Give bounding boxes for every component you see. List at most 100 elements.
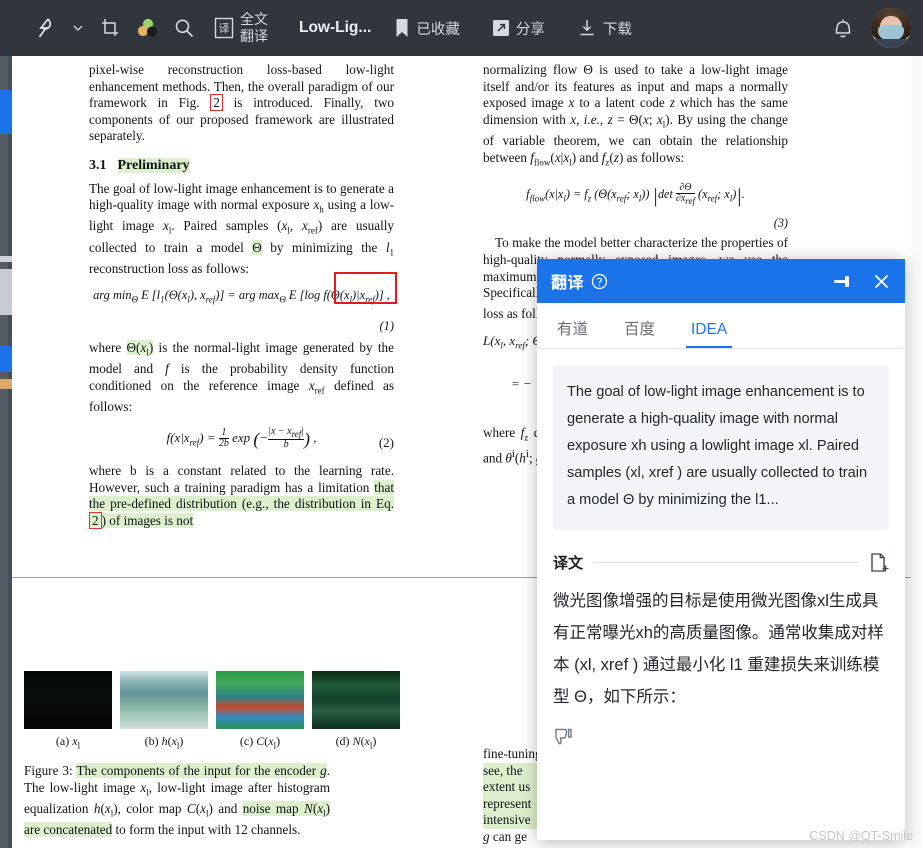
equation-2: f(x|xref) = 1 2b exp (−|x − xref| b) , (2) <box>89 425 394 451</box>
figure-subcaption: (d) N(xl) <box>335 734 377 751</box>
download-button[interactable]: 下载 <box>570 0 639 56</box>
equation-2-number: (2) <box>378 434 394 450</box>
thumbs-down-icon[interactable] <box>553 727 889 753</box>
bookmark-button[interactable]: 已收藏 <box>387 0 467 56</box>
help-circle-icon[interactable] <box>591 273 608 290</box>
theta-xl-highlight: Θ(xl) <box>126 340 154 358</box>
page-thumbnail-rail[interactable] <box>0 56 12 848</box>
translate-panel[interactable]: 翻译 有道 百度 IDEA The goal of low-light imag… <box>537 259 905 840</box>
paragraph-intro: pixel-wise reconstruction loss-based low… <box>89 62 394 145</box>
user-avatar[interactable] <box>871 8 911 48</box>
download-label: 下载 <box>602 21 632 38</box>
search-button[interactable] <box>166 0 202 56</box>
goal-text-f: reconstruction loss as follows: <box>89 260 250 276</box>
equation-2-body: f(x|xref) = 1 2b exp (−|x − xref| b) , <box>166 425 317 451</box>
share-icon <box>492 19 510 37</box>
toolbar-left-spacer <box>0 28 26 29</box>
translate-panel-header-actions <box>833 272 891 291</box>
paragraph-limitation: where b is a constant related to the lea… <box>89 463 394 529</box>
goal-text-c: . Paired samples <box>171 218 278 234</box>
paragraph-normalizing-flow: normalizing flow Θ is used to take a low… <box>483 62 789 168</box>
figure-subcaption: (b) h(xl) <box>144 734 184 751</box>
logo-dropdown-button[interactable] <box>64 0 92 56</box>
notification-bell-icon <box>832 16 854 40</box>
where-text-a: where <box>89 340 127 356</box>
figure-subcaption: (a) xl <box>55 734 81 751</box>
vertical-scrollbar[interactable] <box>911 56 923 848</box>
equation-3-body: fflow(x|xl) = fz (Θ(xref; xl)) |det ∂Θ ∂x… <box>526 181 745 207</box>
notification-button[interactable] <box>825 0 861 56</box>
limitation-text-b: ) of images is not <box>101 512 194 528</box>
crop-icon <box>99 17 121 39</box>
figure-3-block: (a) xl (b) h(xl) (c) C(xl) (d) N(xl) Fig… <box>24 671 408 839</box>
tab-baidu[interactable]: 百度 <box>622 317 657 348</box>
section-number: 3.1 <box>89 157 107 173</box>
toolbar-right-group <box>825 0 923 56</box>
search-icon <box>173 17 195 39</box>
app-logo-icon <box>33 16 57 40</box>
app-logo-button[interactable] <box>26 0 64 56</box>
section-heading-preliminary: 3.1 Preliminary <box>89 157 394 175</box>
rail-marker[interactable] <box>0 346 12 372</box>
translated-text: 微光图像增强的目标是使用微光图像xl生成具有正常曝光xh的高质量图像。通常收集成… <box>553 592 884 706</box>
translate-panel-title: 翻译 <box>551 275 585 292</box>
translate-engine-tabs: 有道 百度 IDEA <box>539 303 903 349</box>
watermark: CSDN @QT-Smile <box>809 829 913 843</box>
bookmark-label: 已收藏 <box>416 21 460 38</box>
pin-icon[interactable] <box>833 272 852 291</box>
equation-1-number: (1) <box>379 318 394 333</box>
share-label: 分享 <box>515 21 545 38</box>
section-title: Preliminary <box>117 157 190 173</box>
rail-marker[interactable] <box>0 269 12 315</box>
figure-image-c <box>216 671 304 729</box>
figure-3-caption: Figure 3: The components of the input fo… <box>24 763 330 838</box>
copy-to-note-icon[interactable] <box>869 552 889 573</box>
top-toolbar: 译 全文翻译 Low-Lig... 已收藏 分享 下载 <box>0 0 923 56</box>
full-text-translate-button[interactable]: 译 全文翻译 <box>202 0 281 56</box>
crop-button[interactable] <box>92 0 128 56</box>
rail-marker[interactable] <box>0 379 12 389</box>
download-icon <box>577 18 597 38</box>
eq-reference-box[interactable]: 2 <box>89 511 102 529</box>
equation-3-number: (3) <box>773 215 788 230</box>
figure-caption-label: Figure 3: <box>24 763 77 779</box>
rail-marker[interactable] <box>0 256 12 262</box>
result-label: 译文 <box>553 555 584 572</box>
svg-text:译: 译 <box>219 22 230 35</box>
close-icon[interactable] <box>872 272 891 291</box>
avatar-body <box>871 39 911 48</box>
translate-panel-body: The goal of low-light image enhancement … <box>537 349 905 840</box>
theta-highlight: Θ <box>252 239 262 255</box>
separator-line <box>593 562 859 563</box>
goal-text-e: by minimizing the <box>261 239 386 255</box>
equation-1-red-annotation-box[interactable] <box>334 272 397 304</box>
color-theme-button[interactable] <box>128 0 166 56</box>
bookmark-icon <box>394 18 410 38</box>
rail-marker[interactable] <box>0 90 12 134</box>
figure-image-a <box>24 671 112 729</box>
figure-caption-highlight-1: The components of the input for the enco… <box>76 763 327 779</box>
limitation-text-a: where b is a constant related to the lea… <box>89 462 394 495</box>
avatar-mask <box>878 25 904 40</box>
paragraph-where-theta: where Θ(xl) is the normal-light image ge… <box>89 340 394 415</box>
tab-idea[interactable]: IDEA <box>686 321 733 348</box>
source-text-box: The goal of low-light image enhancement … <box>553 365 889 530</box>
figure-image-b <box>120 671 208 729</box>
chevron-down-icon <box>71 21 85 35</box>
tab-youdao[interactable]: 有道 <box>555 317 590 348</box>
figure-image-d <box>312 671 400 729</box>
figure-thumbnail-row <box>24 671 408 729</box>
equation-3: fflow(x|xl) = fz (Θ(xref; xl)) |det ∂Θ ∂x… <box>483 181 788 232</box>
result-separator-row: 译文 <box>553 552 889 573</box>
rail-scrollbar[interactable] <box>8 56 12 848</box>
share-button[interactable]: 分享 <box>485 0 552 56</box>
figure-reference-box[interactable]: 2 <box>210 94 223 112</box>
color-theme-icon <box>135 17 159 39</box>
paragraph-goal: The goal of low-light image enhancement … <box>89 180 395 276</box>
figure-subcaption: (c) C(xl) <box>239 734 281 751</box>
translate-panel-header: 翻译 <box>537 259 905 303</box>
figure-subcaption-row: (a) xl (b) h(xl) (c) C(xl) (d) N(xl) <box>24 734 408 750</box>
document-title: Low-Lig... <box>299 19 372 36</box>
translate-badge-icon: 译 <box>214 15 234 41</box>
figure-caption-highlight-2: noise map N(xl) are concatenated <box>24 801 330 838</box>
